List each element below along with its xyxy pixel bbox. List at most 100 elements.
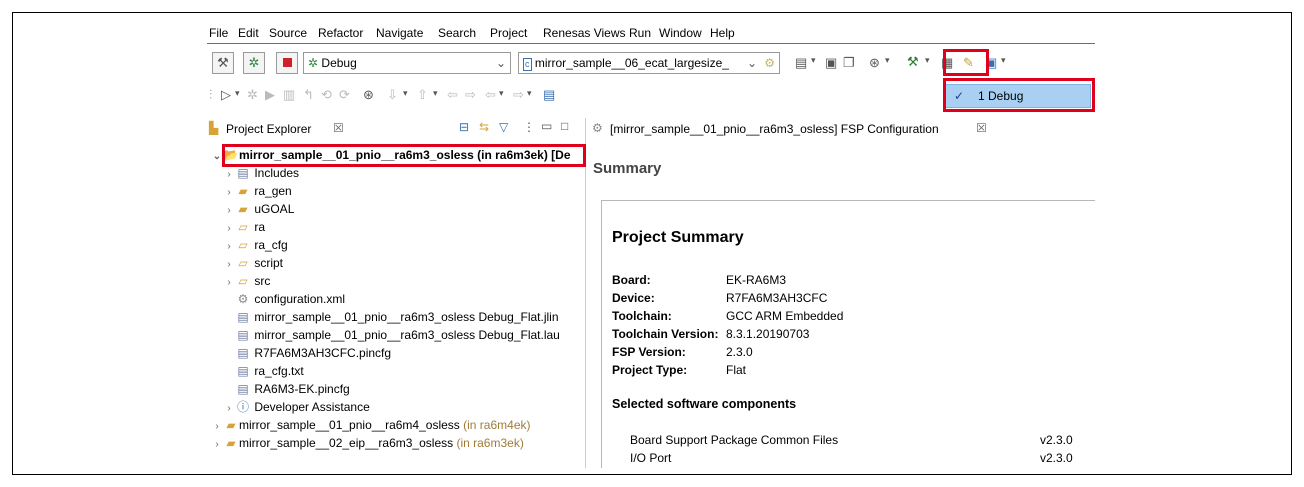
launch-mode-select[interactable]: ✲ Debug ⌄ <box>303 52 511 74</box>
folder-icon: ▱ <box>238 238 248 252</box>
tab-fsp-configuration[interactable]: [mirror_sample__01_pnio__ra6m3_osless] F… <box>610 122 939 136</box>
step-over-icon[interactable]: ▥ <box>283 87 295 103</box>
build-config-hammer-icon[interactable]: ⚒ <box>907 54 919 70</box>
minimize-icon[interactable]: ▭ <box>541 119 552 133</box>
tree-item-label: uGOAL <box>254 202 295 216</box>
filter-icon[interactable]: ▽ <box>499 120 508 134</box>
tree-item-src[interactable]: › ▱ src <box>223 272 270 290</box>
back-icon[interactable]: ⇦ <box>485 87 496 103</box>
menu-edit[interactable]: Edit <box>238 26 259 40</box>
skip-icon[interactable]: ▷ <box>221 87 231 103</box>
target-icon[interactable]: ⊛ <box>869 55 880 71</box>
chevron-down-icon[interactable]: ▾ <box>433 88 438 99</box>
debug-launch-button[interactable]: ✲ <box>243 52 265 74</box>
collapse-all-icon[interactable]: ⊟ <box>459 120 469 134</box>
previous-annotation-icon[interactable]: ⇧ <box>417 87 428 103</box>
menu-search[interactable]: Search <box>438 26 476 40</box>
tree-item-debug-launch[interactable]: ▤ mirror_sample__01_pnio__ra6m3_osless D… <box>235 326 560 344</box>
save-all-icon[interactable]: ❐ <box>843 55 855 71</box>
tree-item-script[interactable]: › ▱ script <box>223 254 283 272</box>
menu-project[interactable]: Project <box>490 26 527 40</box>
menu-help[interactable]: Help <box>710 26 735 40</box>
chevron-right-icon[interactable]: › <box>211 436 223 454</box>
highlight-build-dropdown <box>943 49 989 76</box>
link-with-editor-icon[interactable]: ⇆ <box>479 120 489 134</box>
menu-renesas-views[interactable]: Renesas Views <box>543 26 626 40</box>
summary-value-board: EK-RA6M3 <box>726 273 787 287</box>
summary-value-device: R7FA6M3AH3CFC <box>726 291 828 305</box>
chevron-down-icon[interactable]: ▾ <box>885 55 890 66</box>
chevron-down-icon[interactable]: ▾ <box>235 88 240 99</box>
tree-item-ra-cfg-txt[interactable]: ▤ ra_cfg.txt <box>235 362 304 380</box>
menu-refactor[interactable]: Refactor <box>318 26 363 40</box>
open-perspective-icon[interactable]: ▤ <box>543 87 555 103</box>
tab-project-explorer[interactable]: Project Explorer <box>226 122 311 136</box>
step-into-icon[interactable]: ▶ <box>265 87 275 103</box>
summary-value-toolchain: GCC ARM Embedded <box>726 309 844 323</box>
chevron-down-icon[interactable]: ▾ <box>1001 55 1006 66</box>
tree-item-configuration-xml[interactable]: ⚙ configuration.xml <box>235 290 345 308</box>
menu-run[interactable]: Run <box>629 26 651 40</box>
project-explorer-tabbar: ▙ Project Explorer ☒ ⊟ ⇆ ▽ ⋮ ▭ □ <box>207 118 585 140</box>
summary-key-fsp-version: FSP Version: <box>612 345 686 359</box>
summary-key-board: Board: <box>612 273 651 287</box>
summary-key-toolchain-version: Toolchain Version: <box>612 327 719 341</box>
tree-item-developer-assistance[interactable]: › ⓘ Developer Assistance <box>223 398 370 416</box>
gear-icon: ⚙ <box>237 292 249 306</box>
source-folder-icon: ▰ <box>238 202 248 216</box>
reset-icon[interactable]: ⟲ <box>321 87 332 103</box>
tree-item-ra-gen[interactable]: › ▰ ra_gen <box>223 182 291 200</box>
tree-item-device-pincfg[interactable]: ▤ R7FA6M3AH3CFC.pincfg <box>235 344 391 362</box>
menu-window[interactable]: Window <box>659 26 702 40</box>
tree-item-label: Developer Assistance <box>254 400 370 414</box>
editor-tabbar: ⚙ [mirror_sample__01_pnio__ra6m3_osless]… <box>585 118 1095 140</box>
chevron-down-icon[interactable]: ▾ <box>811 55 816 66</box>
tree-item-debug-jlink[interactable]: ▤ mirror_sample__01_pnio__ra6m3_osless D… <box>235 308 558 326</box>
project-explorer-icon: ▙ <box>209 121 219 135</box>
chevron-right-icon[interactable]: › <box>223 274 235 292</box>
project-board: (in ra6m3ek) <box>453 436 524 450</box>
chevron-down-icon[interactable]: ▾ <box>527 88 532 99</box>
component-version: v2.3.0 <box>1040 433 1073 447</box>
build-hammer-button[interactable]: ⚒ <box>212 52 234 74</box>
close-icon[interactable]: ☒ <box>976 121 987 135</box>
chevron-down-icon[interactable]: ▾ <box>403 88 408 99</box>
chevron-down-icon[interactable]: ▾ <box>499 88 504 99</box>
menu-navigate[interactable]: Navigate <box>376 26 423 40</box>
debug-target-icon[interactable]: ⊛ <box>363 87 374 103</box>
project-icon: ▰ <box>226 418 236 432</box>
chevron-down-icon[interactable]: ▾ <box>925 55 930 66</box>
new-icon[interactable]: ▤ <box>795 55 807 71</box>
stop-button[interactable] <box>276 52 298 74</box>
file-icon: ▤ <box>237 328 249 342</box>
summary-key-device: Device: <box>612 291 655 305</box>
step-icon[interactable]: ⫶ <box>209 87 212 103</box>
forward-edit-icon[interactable]: ⇨ <box>465 87 476 103</box>
tree-item-ra-cfg[interactable]: › ▱ ra_cfg <box>223 236 288 254</box>
tree-item-board-pincfg[interactable]: ▤ RA6M3-EK.pincfg <box>235 380 349 398</box>
save-icon[interactable]: ▣ <box>825 55 837 71</box>
tree-item-label: ra_cfg <box>254 238 288 252</box>
restart-icon[interactable]: ⟳ <box>339 87 350 103</box>
view-menu-icon[interactable]: ⋮ <box>523 120 535 134</box>
hammer-icon: ⚒ <box>217 55 229 70</box>
project-tree: ⌄ 📂mirror_sample__01_pnio__ra6m3_osless (… <box>207 142 585 468</box>
next-annotation-icon[interactable]: ⇩ <box>387 87 398 103</box>
resume-icon[interactable]: ✲ <box>247 87 258 103</box>
folder-icon: ▱ <box>238 256 248 270</box>
tree-project-ra6m4[interactable]: › ▰ mirror_sample__01_pnio__ra6m4_osless (… <box>211 416 530 434</box>
menu-file[interactable]: File <box>209 26 228 40</box>
step-return-icon[interactable]: ↰ <box>303 87 314 103</box>
forward-icon[interactable]: ⇨ <box>513 87 524 103</box>
last-edit-icon[interactable]: ⇦ <box>447 87 458 103</box>
tree-item-ugoal[interactable]: › ▰ uGOAL <box>223 200 294 218</box>
tree-item-label: src <box>254 274 271 288</box>
menu-source[interactable]: Source <box>269 26 307 40</box>
close-icon[interactable]: ☒ <box>333 121 344 135</box>
launch-configuration-select[interactable]: c mirror_sample__06_ecat_largesize_ ⌄ ⚙ <box>518 52 780 74</box>
tree-item-ra[interactable]: › ▱ ra <box>223 218 265 236</box>
maximize-icon[interactable]: □ <box>561 119 568 133</box>
tree-item-label: ra_cfg.txt <box>254 364 304 378</box>
launch-mode-value: Debug <box>321 56 357 70</box>
tree-project-eip[interactable]: › ▰ mirror_sample__02_eip__ra6m3_osless (i… <box>211 434 524 454</box>
